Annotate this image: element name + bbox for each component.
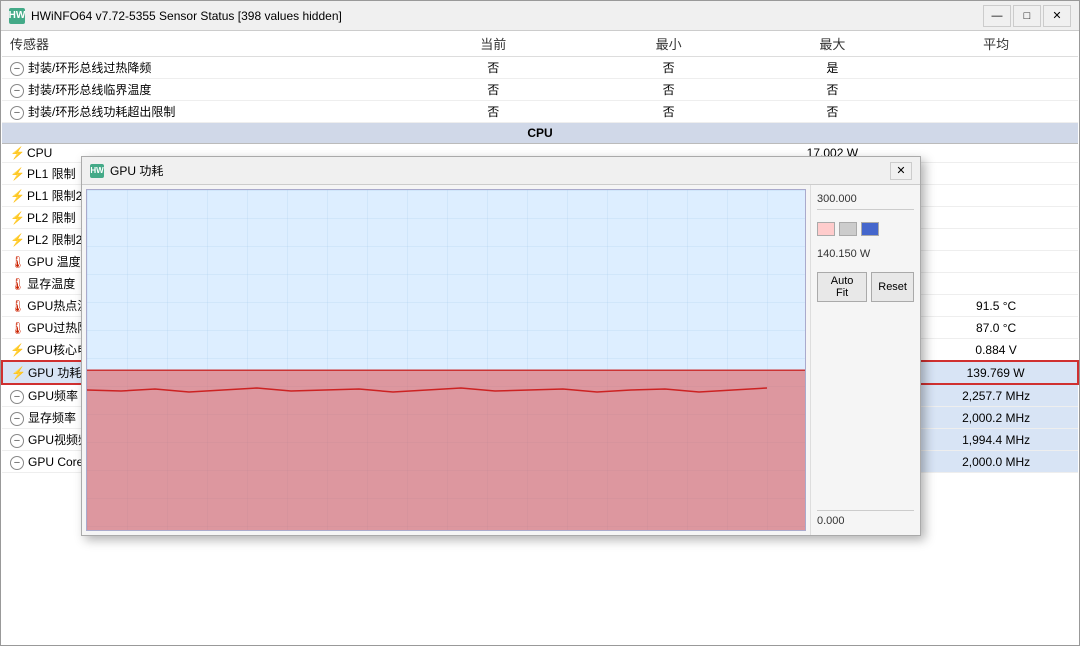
chart-y-max: 300.000: [817, 193, 914, 210]
gpu-power-popup: HW GPU 功耗 ✕: [81, 156, 921, 536]
close-button[interactable]: ✕: [1043, 5, 1071, 27]
chart-panel: 300.000 140.150 W Auto Fit Reset 0.000: [810, 185, 920, 535]
swatch-3[interactable]: [861, 222, 879, 236]
col-header-sensor: 传感器: [2, 31, 400, 57]
thermo-icon: 🌡: [10, 299, 25, 313]
col-header-avg: 平均: [914, 31, 1078, 57]
table-row: −封装/环形总线临界温度 否 否 否: [2, 79, 1078, 101]
popup-title-bar: HW GPU 功耗 ✕: [82, 157, 920, 185]
minus-icon: −: [10, 390, 24, 404]
main-window: HW HWiNFO64 v7.72-5355 Sensor Status [39…: [0, 0, 1080, 646]
lightning-icon: ⚡: [10, 167, 25, 181]
col-header-max: 最大: [751, 31, 915, 57]
minus-icon: −: [10, 434, 24, 448]
thermo-icon: 🌡: [10, 321, 25, 335]
minus-icon: −: [10, 84, 24, 98]
maximize-button[interactable]: □: [1013, 5, 1041, 27]
lightning-icon: ⚡: [10, 343, 25, 357]
thermo-icon: 🌡: [10, 255, 25, 269]
col-header-min: 最小: [587, 31, 751, 57]
popup-content: 300.000 140.150 W Auto Fit Reset 0.000: [82, 185, 920, 535]
lightning-icon: ⚡: [11, 366, 26, 380]
minus-icon: −: [10, 412, 24, 426]
lightning-icon: ⚡: [10, 233, 25, 247]
col-header-current: 当前: [400, 31, 587, 57]
popup-title: GPU 功耗: [110, 162, 890, 179]
chart-area: [86, 189, 806, 531]
color-swatches: [817, 222, 914, 236]
chart-y-mid: 140.150 W: [817, 248, 914, 260]
title-bar: HW HWiNFO64 v7.72-5355 Sensor Status [39…: [1, 1, 1079, 31]
thermo-icon: 🌡: [10, 277, 25, 291]
table-row: −封装/环形总线过热降频 否 否 是: [2, 57, 1078, 79]
swatch-2[interactable]: [839, 222, 857, 236]
minus-icon: −: [10, 62, 24, 76]
chart-svg: [87, 190, 805, 530]
swatch-1[interactable]: [817, 222, 835, 236]
popup-close-button[interactable]: ✕: [890, 162, 912, 180]
lightning-icon: ⚡: [10, 146, 25, 160]
chart-y-min: 0.000: [817, 510, 914, 527]
lightning-icon: ⚡: [10, 211, 25, 225]
popup-app-icon: HW: [90, 164, 104, 178]
section-row-cpu: CPU: [2, 123, 1078, 144]
table-row: −封装/环形总线功耗超出限制 否 否 否: [2, 101, 1078, 123]
chart-buttons: Auto Fit Reset: [817, 272, 914, 302]
autofit-button[interactable]: Auto Fit: [817, 272, 867, 302]
window-title: HWiNFO64 v7.72-5355 Sensor Status [398 v…: [31, 9, 983, 23]
lightning-icon: ⚡: [10, 189, 25, 203]
minus-icon: −: [10, 106, 24, 120]
reset-button[interactable]: Reset: [871, 272, 914, 302]
minus-icon: −: [10, 456, 24, 470]
window-controls: — □ ✕: [983, 5, 1071, 27]
minimize-button[interactable]: —: [983, 5, 1011, 27]
app-icon: HW: [9, 8, 25, 24]
